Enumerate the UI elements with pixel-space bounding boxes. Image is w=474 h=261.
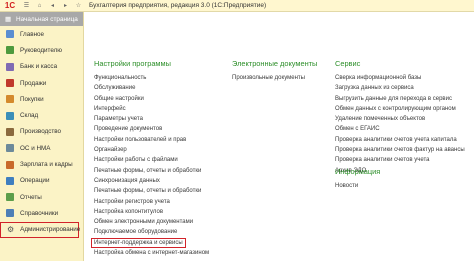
chart-icon [6, 46, 14, 55]
forward-icon[interactable]: ▸ [61, 1, 70, 10]
gear-icon: ⚙ [7, 225, 15, 235]
sidebar-item-label: Покупки [20, 95, 44, 103]
sidebar-item-label: Производство [20, 128, 62, 136]
sidebar-item-sales[interactable]: Продажи [0, 75, 83, 91]
sidebar-item-label: Отчеты [20, 193, 42, 201]
settings-link[interactable]: Печатные формы, отчеты и обработки [94, 186, 209, 196]
settings-link[interactable]: Функциональность [94, 73, 209, 83]
settings-link[interactable]: Интерфейс [94, 104, 209, 114]
sidebar-item-label: ОС и НМА [20, 144, 51, 152]
settings-link[interactable]: Обмен электронными документами [94, 217, 209, 227]
settings-link[interactable]: Удаление помеченных объектов [335, 114, 465, 124]
sidebar-item-operations[interactable]: Операции [0, 173, 83, 189]
settings-link[interactable]: Новости [335, 181, 380, 191]
sidebar-item-salary[interactable]: Зарплата и кадры [0, 156, 83, 172]
settings-link[interactable]: Настройка копонтитулов [94, 207, 209, 217]
sidebar: ▦ Начальная страница Главное Руководителю… [0, 12, 84, 261]
sidebar-item-label: Продажи [20, 79, 47, 87]
title-bar: 1С ☰ ⌂ ◂ ▸ ☆ Бухгалтерия предприятия, ре… [0, 0, 474, 12]
settings-link[interactable]: Параметры учета [94, 114, 209, 124]
main-content: Настройки программы Функциональность Обслу… [84, 12, 474, 261]
sidebar-item-label: Операции [20, 177, 50, 185]
operations-icon [6, 176, 14, 185]
purchases-icon [6, 95, 14, 104]
settings-link[interactable]: Загрузка данных из сервиса [335, 83, 465, 93]
assets-icon [6, 144, 14, 153]
settings-link[interactable]: Органайзер [94, 145, 209, 155]
home-grid-icon: ▦ [4, 16, 12, 23]
section-heading[interactable]: Электронные документы [232, 59, 317, 68]
settings-link[interactable]: Настройки работы с файлами [94, 155, 209, 165]
settings-link[interactable]: Выгрузить данные для перехода в сервис [335, 94, 465, 104]
menu-icon[interactable]: ☰ [22, 1, 31, 10]
sidebar-item-label: Зарплата и кадры [20, 161, 73, 169]
sidebar-item-label: Администрирование [20, 226, 81, 234]
settings-link[interactable]: Обслуживание [94, 83, 209, 93]
sidebar-item-label: Банк и касса [20, 63, 58, 71]
sidebar-item-main[interactable]: Главное [0, 26, 83, 42]
salary-icon [6, 160, 14, 169]
settings-link[interactable]: Печатные формы, отчеты и обработки [94, 166, 209, 176]
column-settings: Настройки программы Функциональность Обслу… [91, 59, 209, 258]
back-icon[interactable]: ◂ [48, 1, 57, 10]
sidebar-item-gear[interactable]: ⚙ Администрирование [0, 221, 81, 238]
sales-icon [6, 79, 14, 88]
section-heading[interactable]: Настройки программы [94, 59, 209, 68]
settings-link[interactable]: Интернет-поддержка и сервисы [91, 237, 186, 248]
settings-link[interactable]: Настройки регистров учета [94, 197, 209, 207]
sidebar-item-assets[interactable]: ОС и НМА [0, 140, 83, 156]
settings-link[interactable]: Сверка информационной базы [335, 73, 465, 83]
section-heading[interactable]: Сервис [335, 59, 465, 68]
main-icon [6, 30, 14, 39]
sidebar-item-label: Руководителю [20, 46, 63, 54]
sidebar-item-catalogs[interactable]: Справочники [0, 205, 83, 221]
section-heading[interactable]: Информация [335, 167, 380, 176]
settings-link[interactable]: Синхронизация данных [94, 176, 209, 186]
favorite-icon[interactable]: ☆ [74, 1, 83, 10]
column-edocs: Электронные документы Произвольные докуме… [232, 59, 317, 83]
settings-link[interactable]: Проверка аналитики счетов учета капитала [335, 135, 465, 145]
settings-link[interactable]: Обмен с ЕГАИС [335, 124, 465, 134]
sidebar-home[interactable]: ▦ Начальная страница [0, 12, 83, 26]
settings-link[interactable]: Общие настройки [94, 94, 209, 104]
settings-link[interactable]: Обмен данных с контролирующим органом [335, 104, 465, 114]
sidebar-item-label: Склад [20, 112, 39, 120]
settings-link[interactable]: Произвольные документы [232, 73, 317, 83]
sidebar-item-warehouse[interactable]: Склад [0, 107, 83, 123]
settings-link[interactable]: Настройка обмена с интернет-магазином [94, 248, 209, 258]
production-icon [6, 127, 14, 136]
sidebar-item-reports[interactable]: Отчеты [0, 189, 83, 205]
settings-link[interactable]: Подключаемое оборудование [94, 227, 209, 237]
sidebar-item-label: Справочники [20, 209, 59, 217]
home-icon[interactable]: ⌂ [35, 1, 44, 10]
sidebar-item-purchases[interactable]: Покупки [0, 91, 83, 107]
catalogs-icon [6, 209, 14, 218]
column-service: Сервис Сверка информационной базы Загрузка… [335, 59, 465, 176]
sidebar-item-production[interactable]: Производство [0, 124, 83, 140]
settings-link[interactable]: Настройки пользователей и прав [94, 135, 209, 145]
window-title: Бухгалтерия предприятия, редакция 3.0 (1… [89, 2, 267, 9]
reports-icon [6, 193, 14, 202]
settings-link[interactable]: Проверка аналитики счетов учета [335, 155, 465, 165]
1c-logo: 1С [4, 1, 16, 10]
settings-link[interactable]: Проверка аналитики счетов фактур на аван… [335, 145, 465, 155]
sidebar-item-chart[interactable]: Руководителю [0, 42, 83, 58]
settings-link[interactable]: Проведение документов [94, 124, 209, 134]
home-label: Начальная страница [16, 15, 78, 23]
warehouse-icon [6, 111, 14, 120]
sidebar-item-bank[interactable]: Банк и касса [0, 59, 83, 75]
sidebar-item-label: Главное [20, 30, 45, 38]
bank-icon [6, 62, 14, 71]
column-info: Информация Новости [335, 167, 380, 191]
